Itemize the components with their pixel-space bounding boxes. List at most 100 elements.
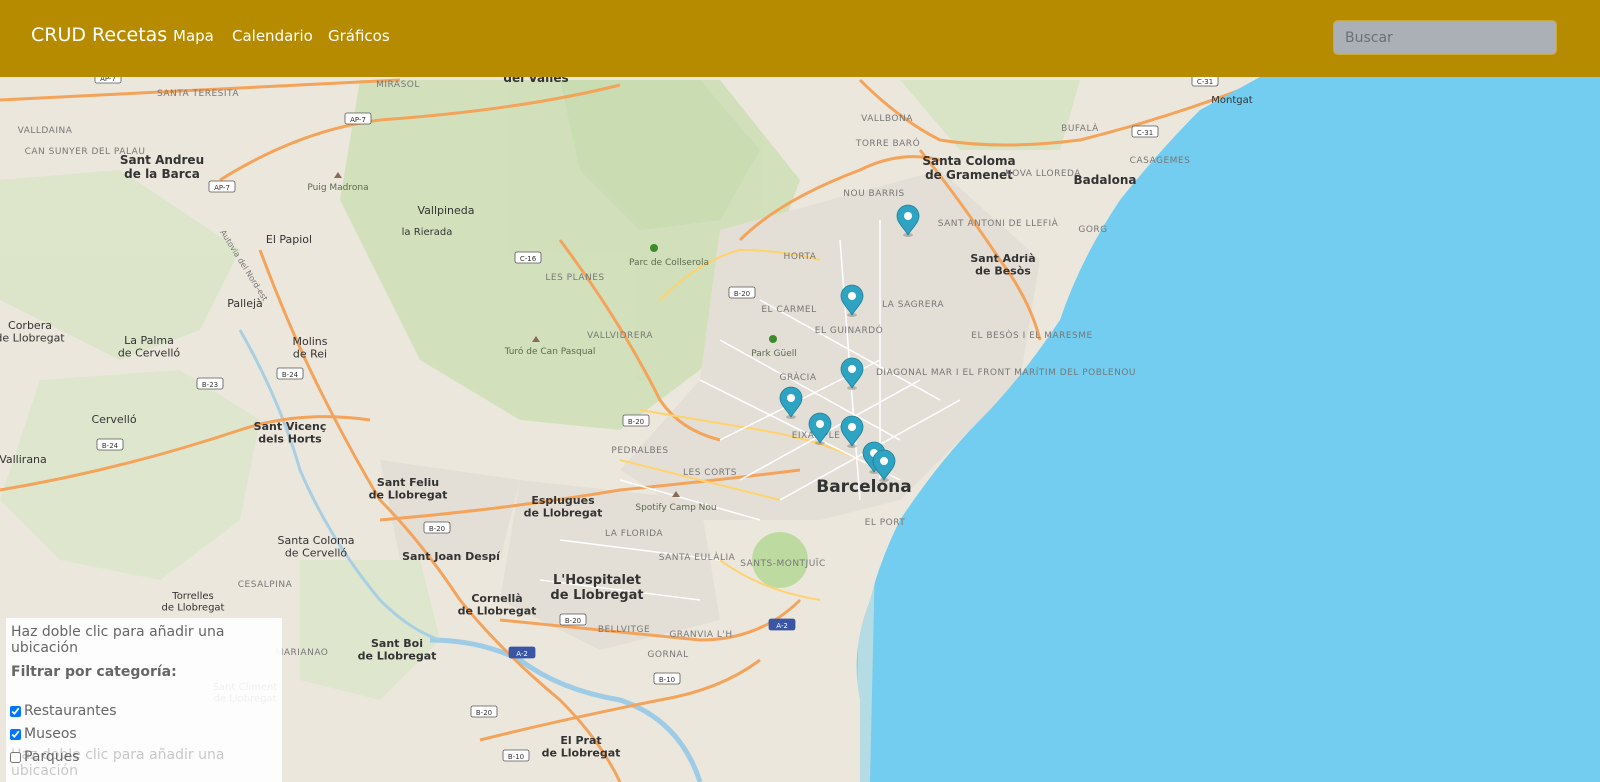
neighborhood-label: CASAGEMES [1130, 156, 1191, 166]
road-shield: B-24 [276, 367, 304, 380]
place-label: de Llobregat [358, 650, 437, 663]
place-label: la Rierada [402, 227, 453, 238]
place-label: de Cervelló [118, 347, 181, 360]
road-shield: A-2 [768, 618, 796, 631]
svg-text:C-31: C-31 [1197, 78, 1213, 86]
nav-link-calendario[interactable]: Calendario [232, 27, 313, 45]
neighborhood-label: VALLVIDRERA [587, 331, 653, 341]
svg-text:B-20: B-20 [734, 290, 750, 298]
place-label: Santa Coloma [922, 154, 1015, 168]
neighborhood-label: PEDRALBES [611, 446, 668, 456]
neighborhood-label: TORRE BARÓ [855, 137, 920, 149]
place-label: de Llobregat [550, 588, 643, 603]
neighborhood-label: CAN SUNYER DEL PALAU [25, 147, 146, 157]
neighborhood-label: NOVA LLOREDA [1005, 169, 1081, 179]
place-label: Sant Vicenç [254, 420, 327, 433]
road-shield: B-20 [423, 521, 451, 534]
restaurantes-label: Restaurantes [24, 703, 117, 719]
place-label: Vallirana [0, 453, 47, 466]
place-label: El Papiol [266, 233, 312, 246]
place-label: del Vallès [503, 77, 568, 85]
neighborhood-label: BUFALÀ [1061, 122, 1099, 134]
neighborhood-label: LA FLORIDA [605, 529, 663, 539]
city-label-barcelona: Barcelona [816, 477, 912, 497]
svg-text:B-24: B-24 [282, 371, 299, 379]
neighborhood-label: EL BESÒS I EL MARESME [971, 329, 1092, 341]
neighborhood-label: DIAGONAL MAR I EL FRONT MARÍTIM DEL POBL… [876, 366, 1136, 378]
svg-text:A-2: A-2 [776, 622, 788, 630]
place-label: Sant Joan Despí [402, 550, 501, 563]
place-label: Molins [292, 335, 327, 348]
svg-text:C-16: C-16 [520, 255, 537, 263]
filter-panel: Haz doble clic para añadir una ubicación… [6, 618, 282, 782]
place-label: Badalona [1074, 173, 1137, 187]
svg-text:AP-7: AP-7 [350, 116, 366, 124]
place-label: Pallejà [227, 297, 263, 310]
neighborhood-label: GRANVIA L'H [669, 630, 732, 640]
neighborhood-label: MIRASOL [376, 80, 420, 90]
svg-text:B-20: B-20 [476, 709, 492, 717]
parques-label: Parques [24, 749, 80, 765]
road-shield: AP-7 [94, 77, 122, 84]
place-label: Santa Coloma [278, 534, 355, 547]
place-label: de Cervelló [285, 547, 348, 560]
poi-label: Parc de Collserola [629, 258, 709, 268]
svg-text:B-20: B-20 [628, 418, 644, 426]
road-shield: C-31 [1131, 125, 1159, 138]
neighborhood-label: VALLDAINA [18, 126, 73, 136]
place-label: de Llobregat [542, 747, 621, 760]
place-label: de Gramenet [925, 168, 1013, 182]
road-shield: C-16 [514, 251, 542, 264]
place-label: Montgat [1211, 95, 1252, 106]
neighborhood-label: EL PORT [865, 518, 906, 528]
parques-checkbox[interactable] [10, 751, 21, 763]
place-label: de la Barca [124, 167, 200, 181]
nav-link-mapa[interactable]: Mapa [173, 27, 214, 45]
neighborhood-label: HORTA [784, 252, 817, 262]
neighborhood-label: VALLBONA [861, 114, 913, 124]
place-label: Torrelles [171, 591, 213, 602]
svg-text:B-10: B-10 [659, 676, 675, 684]
brand-link[interactable]: CRUD Recetas [31, 24, 167, 46]
neighborhood-label: BELLVITGE [598, 625, 650, 635]
search-input[interactable] [1333, 20, 1557, 55]
place-label: La Palma [124, 334, 174, 347]
navbar: CRUD Recetas Mapa Calendario Gráficos [0, 0, 1600, 77]
svg-text:B-20: B-20 [429, 525, 445, 533]
category-parques[interactable]: Parques [10, 749, 80, 765]
category-restaurantes[interactable]: Restaurantes [10, 703, 117, 719]
place-label: de Llobregat [458, 605, 537, 618]
svg-text:AP-7: AP-7 [214, 184, 230, 192]
neighborhood-label: EL CARMEL [761, 305, 816, 315]
place-label: Sant Adrià [970, 252, 1035, 265]
poi-label: Spotify Camp Nou [635, 503, 716, 513]
road-shield: C-31 [1191, 77, 1219, 87]
svg-text:B-20: B-20 [565, 617, 581, 625]
place-label: Sant Boi [371, 637, 423, 650]
neighborhood-label: LES PLANES [545, 273, 604, 283]
svg-text:C-31: C-31 [1137, 129, 1153, 137]
poi-label: Puig Madrona [307, 183, 368, 193]
category-museos[interactable]: Museos [10, 726, 77, 742]
place-label: L'Hospitalet [553, 573, 641, 588]
neighborhood-label: GORG [1078, 225, 1107, 235]
place-label: de Llobregat [0, 332, 65, 345]
neighborhood-label: CESALPINA [238, 580, 293, 590]
neighborhood-label: LES CORTS [683, 468, 737, 478]
place-label: Vallpineda [417, 204, 474, 217]
poi-label: Turó de Can Pasqual [504, 346, 596, 357]
restaurantes-checkbox[interactable] [10, 705, 21, 717]
neighborhood-label: SANT ANTONI DE LLEFIÀ [938, 217, 1059, 229]
road-shield: B-20 [622, 414, 650, 427]
neighborhood-label: SANTA EULÀLIA [659, 551, 736, 563]
place-label: Esplugues [531, 494, 595, 507]
place-label: de Besòs [975, 265, 1031, 278]
road-shield: B-20 [470, 705, 498, 718]
place-label: de Llobregat [162, 603, 225, 614]
nav-link-graficos[interactable]: Gráficos [328, 27, 390, 45]
road-shield: B-23 [196, 377, 224, 390]
road-shield: B-10 [502, 749, 530, 762]
place-label: de Llobregat [524, 507, 603, 520]
place-label: de Rei [293, 348, 327, 361]
museos-checkbox[interactable] [10, 728, 21, 740]
